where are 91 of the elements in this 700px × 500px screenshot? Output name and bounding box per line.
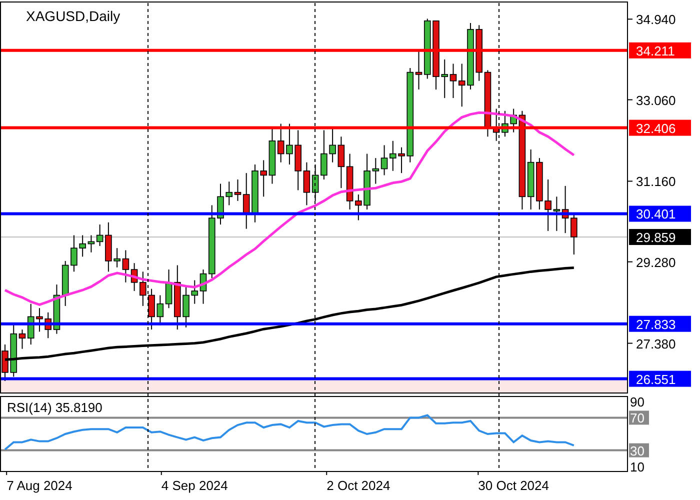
- price-tag: 27.833: [629, 316, 691, 332]
- candle-wick: [306, 162, 308, 206]
- candle-body: [320, 153, 328, 176]
- date-label: 2 Oct 2024: [326, 478, 390, 493]
- candle-wick: [125, 250, 126, 283]
- candle-body: [364, 170, 370, 206]
- candle-body: [70, 248, 78, 266]
- candle-wick: [220, 183, 221, 225]
- candle-wick: [38, 308, 40, 332]
- axis-label: 33.060: [636, 92, 676, 108]
- ref-line-label: 32.406: [636, 120, 676, 136]
- candle-wick: [134, 262, 135, 292]
- candle-wick: [452, 63, 454, 99]
- date-label: 4 Sep 2024: [161, 478, 228, 493]
- ref-line-label: 29.859: [636, 230, 676, 245]
- ref-line-label: 27.833: [636, 316, 676, 332]
- candle-wick: [246, 172, 247, 230]
- candle-wick: [444, 58, 446, 99]
- axis-label: 27.380: [636, 336, 676, 352]
- axis-label: 31.160: [636, 174, 676, 190]
- candle-body: [294, 144, 302, 172]
- price-tag: 26.551: [629, 370, 691, 387]
- candle-body: [329, 144, 336, 154]
- candle-body: [286, 144, 293, 154]
- y-tick-label: 70: [630, 410, 644, 426]
- candle-body: [114, 258, 120, 262]
- candle-wick: [332, 128, 334, 163]
- candle-wick: [280, 123, 282, 163]
- ref-line-label: 34.211: [636, 43, 675, 58]
- candle-body: [476, 29, 482, 73]
- candle-wick: [263, 160, 264, 198]
- candle-body: [432, 20, 440, 77]
- rsi-level-label: 70: [629, 410, 649, 426]
- candle-wick: [573, 213, 574, 256]
- candle-wick: [82, 234, 84, 258]
- rsi-level-label: 30: [629, 443, 649, 458]
- candle-wick: [401, 146, 402, 174]
- candle-body: [105, 234, 112, 262]
- date-label: 7 Aug 2024: [6, 478, 72, 493]
- candle-wick: [375, 158, 376, 184]
- candle-wick: [548, 179, 549, 232]
- candle-body: [252, 170, 258, 214]
- candle-wick: [202, 269, 204, 304]
- candle-wick: [340, 136, 342, 189]
- candle-wick: [323, 130, 324, 180]
- candle-wick: [237, 179, 238, 202]
- price-tag: 34.211: [629, 42, 691, 58]
- candle-wick: [73, 234, 74, 272]
- candle-body: [182, 294, 190, 318]
- candle-wick: [418, 50, 420, 90]
- price-tag: 30.401: [629, 206, 691, 222]
- candle-wick: [4, 344, 6, 382]
- candle-wick: [116, 248, 118, 268]
- candle-body: [36, 316, 43, 320]
- ref-line-label: 30.401: [636, 206, 676, 222]
- candle-wick: [513, 108, 514, 133]
- candle-wick: [228, 181, 230, 206]
- price-tag: 32.406: [629, 120, 691, 136]
- candle-wick: [151, 288, 152, 330]
- candle-wick: [90, 234, 92, 253]
- candle-wick: [461, 63, 462, 108]
- candle-body: [174, 282, 181, 318]
- candle-wick: [392, 140, 394, 172]
- candle-wick: [384, 144, 385, 176]
- date-label: 30 Oct 2024: [478, 478, 549, 493]
- ref-line-label: 26.551: [636, 372, 676, 387]
- candle-wick: [22, 329, 23, 350]
- candle-wick: [186, 286, 187, 328]
- candle-body: [355, 200, 362, 206]
- candle-body: [260, 170, 267, 176]
- candle-wick: [288, 123, 290, 165]
- candle-wick: [564, 185, 566, 234]
- axis-label: 34.940: [636, 12, 676, 28]
- axis-label: 29.280: [636, 254, 676, 270]
- candle-body: [467, 29, 474, 86]
- candle-wick: [30, 303, 32, 346]
- candle-wick: [358, 194, 359, 221]
- candle-wick: [99, 224, 100, 246]
- y-tick-label: 30: [630, 443, 644, 458]
- candle-body: [570, 218, 578, 238]
- axis-label: 90: [630, 394, 644, 410]
- candle-wick: [142, 271, 144, 306]
- indicator-label: RSI(14) 35.8190: [7, 400, 102, 415]
- candle-wick: [168, 269, 170, 309]
- candle-wick: [556, 196, 558, 232]
- price-tag: 29.859: [629, 228, 691, 245]
- axis-label: 10: [630, 460, 644, 475]
- candle-body: [536, 162, 543, 202]
- chart-title: XAGUSD,Daily: [26, 8, 120, 24]
- candle-body: [2, 350, 8, 373]
- candle-wick: [194, 280, 196, 304]
